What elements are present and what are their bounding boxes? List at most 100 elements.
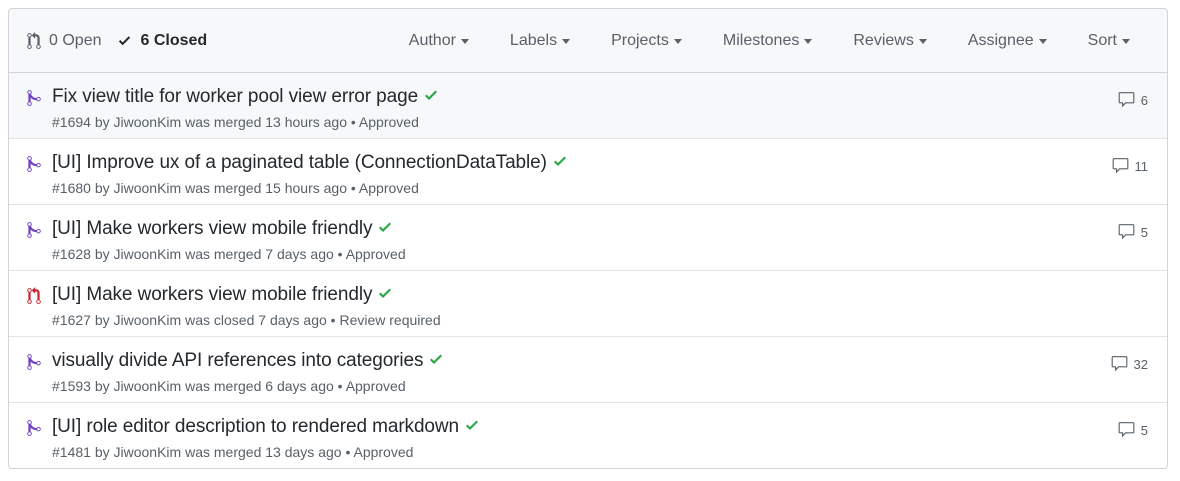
check-icon[interactable] bbox=[424, 87, 438, 108]
pull-request-number: #1481 bbox=[52, 444, 91, 460]
comments-link[interactable]: 5 bbox=[1117, 223, 1148, 241]
pull-request-title-link[interactable]: Fix view title for worker pool view erro… bbox=[52, 86, 418, 108]
state-action: was closed bbox=[185, 312, 255, 328]
pull-request-number: #1627 bbox=[52, 312, 91, 328]
comment-icon bbox=[1118, 224, 1135, 240]
comment-icon bbox=[1118, 422, 1135, 438]
relative-time: 13 hours ago bbox=[265, 114, 347, 130]
review-status-link[interactable]: Approved bbox=[346, 246, 406, 262]
comment-count: 11 bbox=[1134, 158, 1149, 174]
pull-request-number: #1680 bbox=[52, 180, 91, 196]
pull-request-rows: Fix view title for worker pool view erro… bbox=[9, 73, 1167, 468]
filter-reviews[interactable]: Reviews bbox=[853, 31, 927, 50]
comment-icon bbox=[1112, 158, 1128, 174]
git-pull-request-icon bbox=[27, 31, 41, 49]
filter-assignee[interactable]: Assignee bbox=[968, 32, 1047, 50]
pull-request-number: #1628 bbox=[52, 246, 91, 262]
check-icon bbox=[119, 36, 131, 46]
relative-time: 7 days ago bbox=[258, 312, 327, 328]
state-action: was merged bbox=[185, 180, 262, 196]
pull-request-meta: #1627 by JiwoonKim was closed 7 days ago… bbox=[52, 312, 441, 328]
git-merge-icon bbox=[27, 89, 41, 112]
pull-request-row[interactable]: Fix view title for worker pool view erro… bbox=[9, 73, 1167, 139]
caret-down-icon bbox=[673, 39, 682, 44]
caret-down-icon bbox=[1038, 39, 1047, 44]
author-link[interactable]: JiwoonKim bbox=[114, 378, 182, 394]
list-header: 0 Open 6 Closed Author Labels Projects Mile… bbox=[9, 9, 1167, 73]
comment-count: 6 bbox=[1140, 92, 1148, 108]
pull-request-title-link[interactable]: visually divide API references into cate… bbox=[52, 350, 423, 372]
pull-request-title-link[interactable]: [UI] Make workers view mobile friendly bbox=[52, 284, 372, 306]
check-icon[interactable] bbox=[378, 219, 392, 240]
relative-time: 6 days ago bbox=[265, 378, 334, 394]
filter-label: Labels bbox=[509, 31, 558, 49]
pull-request-row[interactable]: [UI] role editor description to rendered… bbox=[9, 403, 1167, 468]
review-status-link[interactable]: Approved bbox=[359, 180, 419, 196]
caret-down-icon bbox=[1122, 39, 1130, 44]
filter-author[interactable]: Author bbox=[409, 32, 469, 50]
comment-count: 5 bbox=[1140, 422, 1148, 438]
author-link[interactable]: JiwoonKim bbox=[114, 180, 182, 196]
author-link[interactable]: JiwoonKim bbox=[114, 312, 182, 328]
filter-label: Assignee bbox=[967, 31, 1034, 49]
git-merge-icon bbox=[27, 353, 41, 376]
git-merge-icon bbox=[27, 221, 41, 244]
title-line: [UI] role editor description to rendered… bbox=[52, 415, 479, 438]
closed-count-label: 6 Closed bbox=[140, 31, 208, 49]
check-icon[interactable] bbox=[378, 285, 392, 306]
review-status-link[interactable]: Review required bbox=[339, 312, 440, 328]
git-merge-icon bbox=[27, 419, 41, 442]
pull-request-title-link[interactable]: [UI] role editor description to rendered… bbox=[52, 416, 459, 438]
check-icon[interactable] bbox=[429, 351, 443, 372]
comments-link[interactable]: 5 bbox=[1117, 421, 1148, 439]
pull-request-meta: #1680 by JiwoonKim was merged 15 hours a… bbox=[52, 180, 419, 196]
state-action: was merged bbox=[185, 246, 262, 262]
comments-link[interactable]: 11 bbox=[1111, 157, 1149, 175]
filter-projects[interactable]: Projects bbox=[611, 32, 682, 50]
pull-request-meta: #1481 by JiwoonKim was merged 13 days ag… bbox=[52, 444, 414, 460]
filter-label: Reviews bbox=[853, 31, 914, 49]
pull-request-row[interactable]: visually divide API references into cate… bbox=[9, 337, 1167, 403]
comment-count: 5 bbox=[1140, 224, 1148, 240]
pull-request-number: #1694 bbox=[52, 114, 91, 130]
caret-down-icon bbox=[460, 39, 469, 44]
closed-filter-link[interactable]: 6 Closed bbox=[117, 32, 207, 50]
comment-count: 32 bbox=[1133, 356, 1148, 372]
caret-down-icon bbox=[918, 39, 927, 44]
comments-link[interactable]: 6 bbox=[1117, 91, 1148, 109]
filter-labels[interactable]: Labels bbox=[509, 31, 571, 50]
filter-label: Author bbox=[408, 31, 456, 49]
filter-label: Projects bbox=[611, 31, 669, 49]
pull-request-row[interactable]: [UI] Make workers view mobile friendly #1… bbox=[9, 271, 1167, 337]
open-filter-link[interactable]: 0 Open bbox=[27, 31, 101, 50]
comments-link[interactable]: 32 bbox=[1110, 355, 1148, 373]
review-status-link[interactable]: Approved bbox=[346, 378, 406, 394]
pull-request-row[interactable]: [UI] Improve ux of a paginated table (Co… bbox=[9, 139, 1167, 205]
relative-time: 13 days ago bbox=[265, 444, 342, 460]
author-link[interactable]: JiwoonKim bbox=[114, 246, 182, 262]
filter-bar: Author Labels Projects Milestones Reviews Ass… bbox=[409, 32, 1167, 50]
pull-request-title-link[interactable]: [UI] Make workers view mobile friendly bbox=[52, 218, 372, 240]
pull-request-list: 0 Open 6 Closed Author Labels Projects Mile… bbox=[8, 8, 1168, 469]
caret-down-icon bbox=[562, 39, 571, 44]
filter-milestones[interactable]: Milestones bbox=[723, 32, 813, 50]
check-icon[interactable] bbox=[553, 153, 567, 174]
state-action: was merged bbox=[185, 114, 262, 130]
title-line: [UI] Make workers view mobile friendly bbox=[52, 217, 392, 240]
state-toggle: 0 Open 6 Closed bbox=[27, 31, 207, 50]
check-icon[interactable] bbox=[465, 417, 479, 438]
title-line: [UI] Make workers view mobile friendly bbox=[52, 283, 392, 306]
review-status-link[interactable]: Approved bbox=[353, 444, 413, 460]
caret-down-icon bbox=[804, 39, 813, 44]
relative-time: 15 hours ago bbox=[265, 180, 347, 196]
pull-request-title-link[interactable]: [UI] Improve ux of a paginated table (Co… bbox=[52, 152, 547, 174]
title-line: Fix view title for worker pool view erro… bbox=[52, 85, 438, 108]
author-link[interactable]: JiwoonKim bbox=[114, 114, 182, 130]
git-pull-request-closed-icon bbox=[27, 287, 41, 310]
comment-icon bbox=[1118, 92, 1135, 108]
filter-sort[interactable]: Sort bbox=[1088, 32, 1130, 50]
title-line: visually divide API references into cate… bbox=[52, 349, 443, 372]
pull-request-row[interactable]: [UI] Make workers view mobile friendly #1… bbox=[9, 205, 1167, 271]
review-status-link[interactable]: Approved bbox=[359, 114, 419, 130]
author-link[interactable]: JiwoonKim bbox=[114, 444, 182, 460]
